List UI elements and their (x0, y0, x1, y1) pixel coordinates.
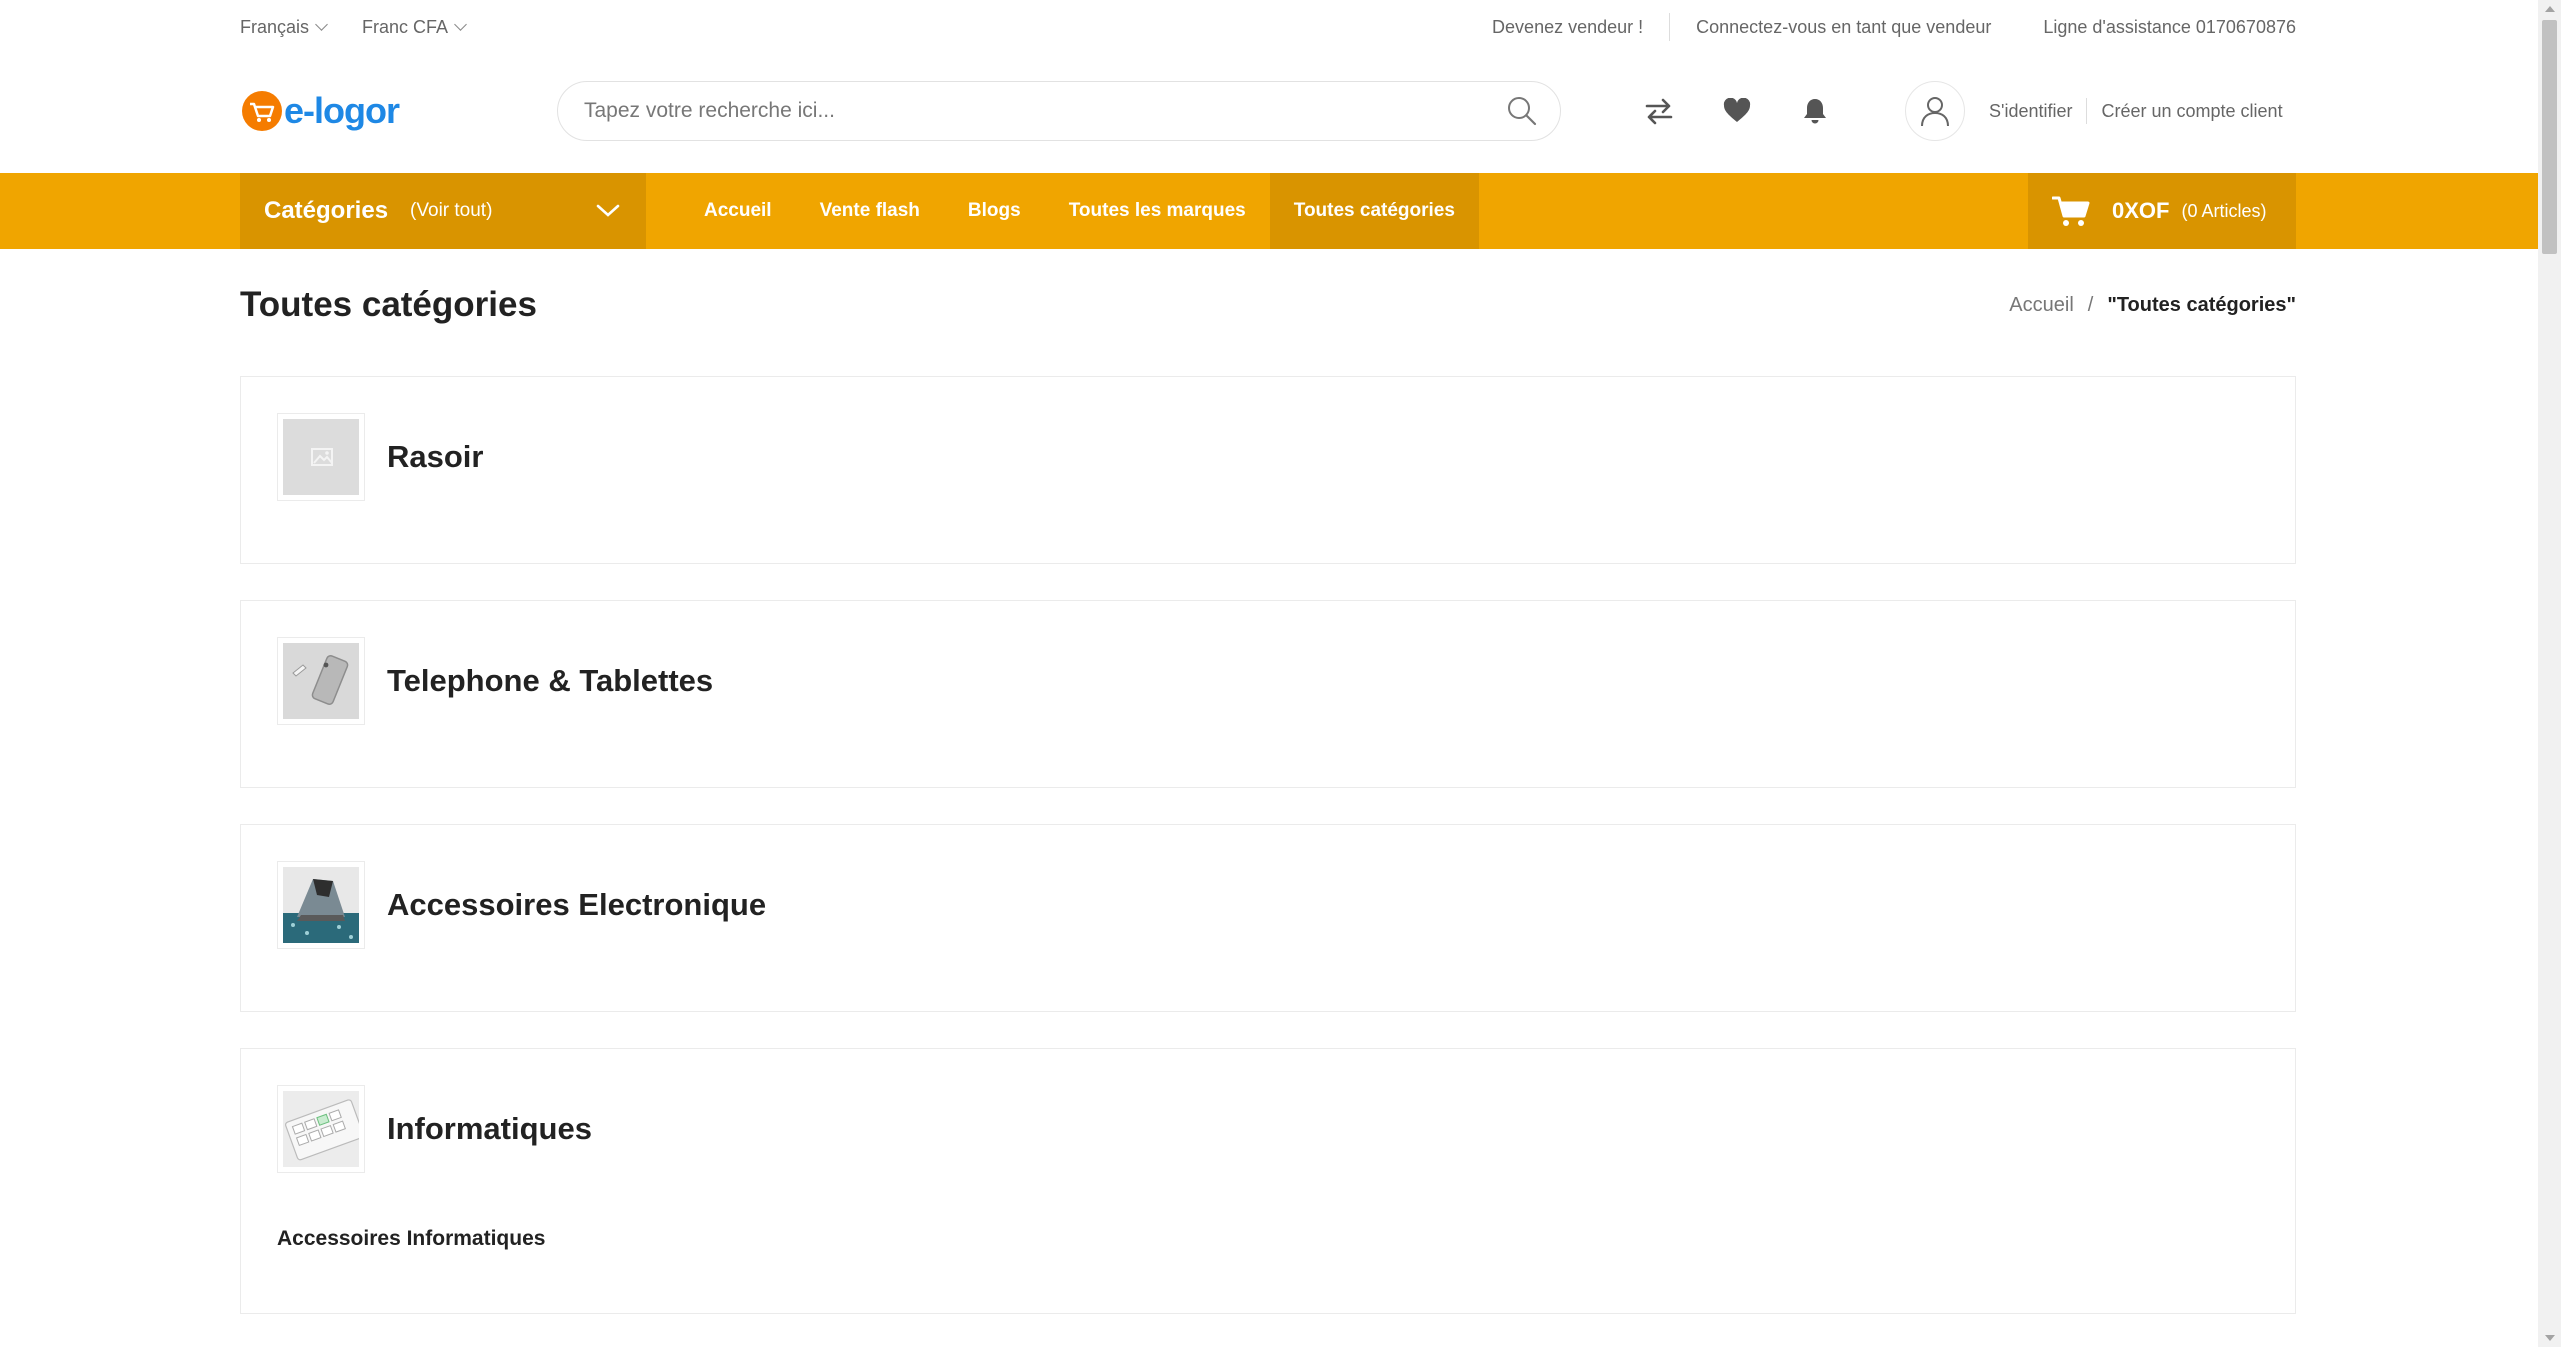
breadcrumb: Accueil / "Toutes catégories" (2009, 294, 2296, 317)
category-title[interactable]: Telephone & Tablettes (387, 663, 713, 699)
nav-item-flash-sale[interactable]: Vente flash (796, 173, 944, 249)
seller-login-link[interactable]: Connectez-vous en tant que vendeur (1669, 13, 2017, 41)
category-thumbnail[interactable] (277, 637, 365, 725)
user-avatar-icon[interactable] (1905, 81, 1965, 141)
currency-label: Franc CFA (362, 16, 449, 37)
categories-label: Catégories (264, 197, 389, 224)
page-scrollbar[interactable] (2538, 0, 2561, 1347)
login-link[interactable]: S'identifier (1989, 101, 2072, 122)
search-icon[interactable] (1506, 95, 1538, 127)
notification-bell-icon[interactable] (1797, 93, 1833, 129)
search-input[interactable] (582, 98, 1506, 124)
iron-thumbnail-icon (283, 867, 359, 943)
cart-logo-icon (242, 91, 282, 131)
shopping-cart-icon (2052, 196, 2090, 226)
cart-amount: 0XOF (2112, 198, 2170, 223)
main-header: e-logor Tapez votre recherche ici... S'i… (240, 56, 2296, 166)
chevron-down-icon (454, 18, 467, 31)
breadcrumb-home[interactable]: Accueil (2009, 294, 2073, 317)
breadcrumb-current: "Toutes catégories" (2107, 293, 2296, 316)
page-title: Toutes catégories (240, 285, 537, 324)
category-card: Rasoir (240, 376, 2296, 564)
scroll-up-arrow-icon[interactable] (2545, 6, 2555, 12)
category-title[interactable]: Accessoires Electronique (387, 887, 766, 923)
nav-bar: Catégories (Voir tout) Accueil Vente fla… (0, 173, 2538, 249)
search-bar[interactable] (557, 81, 1561, 141)
top-bar: Français Franc CFA Devenez vendeur ! Con… (240, 0, 2296, 54)
helpline-text: Ligne d'assistance 0170670876 (2043, 16, 2296, 37)
nav-item-brands[interactable]: Toutes les marques (1045, 173, 1270, 249)
category-title[interactable]: Rasoir (387, 439, 483, 475)
category-card: Accessoires Electronique (240, 824, 2296, 1012)
chevron-down-icon (596, 204, 620, 217)
scroll-down-arrow-icon[interactable] (2545, 1335, 2555, 1341)
keyboard-thumbnail-icon (283, 1091, 359, 1167)
category-thumbnail[interactable] (277, 861, 365, 949)
wishlist-heart-icon[interactable] (1719, 93, 1755, 129)
language-label: Français (240, 16, 310, 37)
language-selector[interactable]: Français (240, 16, 328, 38)
breadcrumb-separator: / (2087, 293, 2094, 316)
category-thumbnail[interactable] (277, 413, 365, 501)
site-logo[interactable]: e-logor (240, 89, 540, 133)
category-title[interactable]: Informatiques (387, 1111, 592, 1147)
register-link[interactable]: Créer un compte client (2101, 101, 2282, 122)
nav-item-blogs[interactable]: Blogs (944, 173, 1045, 249)
categories-dropdown[interactable]: Catégories (Voir tout) (240, 173, 646, 249)
category-card: Telephone & Tablettes (240, 600, 2296, 788)
compare-icon[interactable] (1641, 93, 1677, 129)
chevron-down-icon (315, 18, 328, 31)
category-card: Informatiques Accessoires Informatiques (240, 1048, 2296, 1314)
phone-thumbnail-icon (283, 643, 359, 719)
nav-item-all-categories[interactable]: Toutes catégories (1269, 173, 1479, 249)
cart-count: (0 Articles) (2181, 200, 2267, 221)
become-seller-link[interactable]: Devenez vendeur ! (1466, 17, 1669, 38)
see-all-link[interactable]: (Voir tout) (410, 200, 596, 222)
logo-text: e-logor (284, 90, 400, 131)
subcategory-link[interactable]: Accessoires Informatiques (277, 1227, 545, 1251)
currency-selector[interactable]: Franc CFA (362, 16, 467, 38)
page-header: Toutes catégories Accueil / "Toutes caté… (240, 280, 2296, 330)
category-thumbnail[interactable] (277, 1085, 365, 1173)
cart-button[interactable]: 0XOF (0 Articles) (2028, 173, 2296, 249)
scrollbar-thumb[interactable] (2542, 20, 2557, 254)
nav-item-home[interactable]: Accueil (680, 173, 796, 249)
divider (2086, 98, 2088, 124)
placeholder-image-icon (283, 419, 359, 495)
